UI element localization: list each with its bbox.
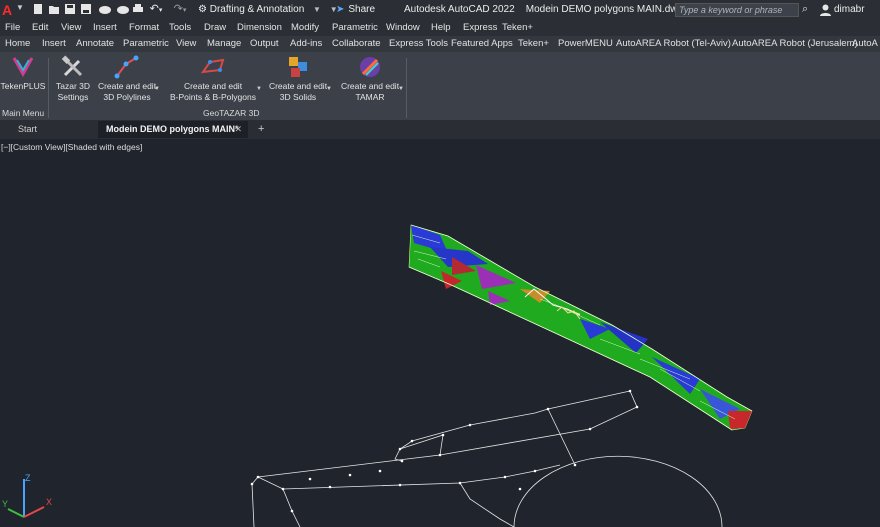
application-menu-chevron-icon[interactable]: ▼	[16, 3, 24, 12]
doc-tab-start[interactable]: Start	[0, 121, 98, 138]
tab-autoarea-tel-aviv[interactable]: AutoAREA Robot (Tel-Aviv)	[616, 37, 731, 51]
ribbon-divider	[48, 58, 49, 118]
doc-tab-active[interactable]: Modein DEMO polygons MAIN* ✕	[98, 121, 248, 138]
tab-parametric[interactable]: Parametric	[123, 37, 169, 51]
create-edit-3d-solids-label: Create and edit 3D Solids	[268, 81, 328, 102]
teken-plus-label: TekenPLUS	[0, 81, 46, 91]
app-title: Autodesk AutoCAD 2022	[404, 4, 515, 15]
workspace-switcher[interactable]: ⚙ Drafting & Annotation ▼ ▼	[198, 2, 338, 18]
3d-polyline-icon	[114, 54, 140, 80]
ribbon-divider	[406, 58, 407, 118]
menu-view[interactable]: View	[61, 21, 81, 35]
save-icon[interactable]	[64, 3, 76, 15]
tazar-3d-settings-label: Tazar 3D Settings	[55, 81, 90, 102]
new-tab-plus-icon[interactable]: +	[258, 123, 264, 135]
chevron-down-icon[interactable]: ▼	[154, 86, 160, 92]
share-label: Share	[348, 4, 376, 15]
create-edit-tamar-label: Create and edit TAMAR	[340, 81, 400, 102]
search-icon[interactable]: ⌕	[802, 3, 808, 16]
tazar-3d-settings-button[interactable]: Tazar 3D Settings	[52, 52, 94, 104]
menu-express[interactable]: Express	[463, 21, 497, 35]
menu-help[interactable]: Help	[431, 21, 451, 35]
close-icon[interactable]: ✕	[234, 121, 242, 138]
tab-featured-apps[interactable]: Featured Apps	[451, 37, 513, 51]
outline-vertices	[250, 389, 639, 513]
menu-insert[interactable]: Insert	[93, 21, 117, 35]
workspace-name: Drafting & Annotation	[209, 4, 305, 15]
undo-icon[interactable]: ↶▾	[148, 3, 164, 15]
title-bar: A ▼ ↶▾ ↷▾ ⚙ Drafting & Annotation ▼ ▼ ➤ S…	[0, 0, 880, 20]
menu-format[interactable]: Format	[129, 21, 159, 35]
menu-dimension[interactable]: Dimension	[237, 21, 282, 35]
ucs-y-label: Y	[2, 499, 8, 509]
2d-outline-polylines[interactable]	[251, 390, 723, 527]
tab-manage[interactable]: Manage	[207, 37, 241, 51]
tab-insert[interactable]: Insert	[42, 37, 66, 51]
ucs-z-label: Z	[25, 473, 31, 483]
teken-plus-button[interactable]: TekenPLUS	[0, 52, 46, 104]
menu-modify[interactable]: Modify	[291, 21, 319, 35]
print-icon[interactable]	[132, 3, 144, 15]
tab-teken-plus[interactable]: Teken+	[518, 37, 549, 51]
tab-autoarea-jerusalem[interactable]: AutoAREA Robot (Jerusalem)	[732, 37, 858, 51]
chevron-down-icon[interactable]: ▼	[256, 86, 262, 92]
tab-powermenu[interactable]: PowerMENU	[558, 37, 613, 51]
tab-output[interactable]: Output	[250, 37, 279, 51]
search-input[interactable]: Type a keyword or phrase	[675, 3, 799, 17]
tab-add-ins[interactable]: Add-ins	[290, 37, 322, 51]
tab-autoarea-more[interactable]: AutoA	[852, 37, 878, 51]
3d-model[interactable]	[408, 224, 753, 431]
tab-home[interactable]: Home	[5, 37, 30, 51]
open-folder-icon[interactable]	[48, 3, 60, 15]
menu-edit[interactable]: Edit	[32, 21, 48, 35]
menu-file[interactable]: File	[5, 21, 20, 35]
ribbon-panel: TekenPLUS Main Menu Tazar 3D Settings Cre…	[0, 52, 880, 120]
tab-express-tools[interactable]: Express Tools	[389, 37, 448, 51]
create-edit-tamar-button[interactable]: Create and edit TAMAR ▼	[338, 52, 404, 104]
panel-main-menu[interactable]: Main Menu	[2, 108, 44, 119]
teken-plus-icon	[10, 54, 36, 80]
file-name: Modein DEMO polygons MAIN.dwg	[525, 4, 684, 15]
redo-icon[interactable]: ↷▾	[172, 3, 188, 15]
workspace-chevron-down-icon: ▼	[313, 5, 321, 14]
create-edit-3d-polylines-label: Create and edit 3D Polylines	[97, 81, 157, 102]
user-icon[interactable]	[820, 3, 831, 16]
panel-geotazar-3d[interactable]: GeoTAZAR 3D	[203, 108, 260, 119]
create-edit-b-points-label: Create and edit B-Points & B-Polygons	[170, 81, 256, 102]
b-polygon-icon	[200, 54, 226, 80]
cloud-save-icon[interactable]	[98, 3, 111, 15]
save-as-icon[interactable]	[80, 3, 92, 15]
menu-teken-plus[interactable]: Teken+	[502, 21, 533, 35]
tamar-icon	[357, 54, 383, 80]
create-edit-b-points-button[interactable]: Create and edit B-Points & B-Polygons ▼	[166, 52, 262, 104]
model-drawing[interactable]	[0, 139, 880, 527]
menu-window[interactable]: Window	[386, 21, 420, 35]
tab-annotate[interactable]: Annotate	[76, 37, 114, 51]
chevron-down-icon[interactable]: ▼	[326, 86, 332, 92]
tab-collaborate[interactable]: Collaborate	[332, 37, 381, 51]
share-button[interactable]: ➤ Share	[336, 2, 375, 18]
gear-icon: ⚙	[198, 4, 207, 15]
window-title: Autodesk AutoCAD 2022 Modein DEMO polygo…	[404, 2, 683, 18]
create-edit-3d-solids-button[interactable]: Create and edit 3D Solids ▼	[266, 52, 332, 104]
ucs-axis-icon: Z X Y	[2, 473, 52, 518]
chevron-down-icon[interactable]: ▼	[398, 86, 404, 92]
document-tab-bar: Start Modein DEMO polygons MAIN* ✕ +	[0, 120, 880, 139]
autocad-logo-icon[interactable]: A	[2, 2, 16, 18]
tab-view[interactable]: View	[176, 37, 196, 51]
drawing-viewport[interactable]: [−][Custom View][Shaded with edges] Z X …	[0, 139, 880, 527]
menu-bar: File Edit View Insert Format Tools Draw …	[0, 20, 880, 36]
menu-parametric[interactable]: Parametric	[332, 21, 378, 35]
create-edit-3d-polylines-button[interactable]: Create and edit 3D Polylines ▼	[96, 52, 160, 104]
new-file-icon[interactable]	[32, 3, 44, 15]
3d-solid-icon	[285, 54, 311, 80]
ucs-x-label: X	[46, 497, 52, 507]
wrench-hammer-icon	[60, 54, 86, 80]
ribbon-tab-bar: Home Insert Annotate Parametric View Man…	[0, 36, 880, 53]
cloud-open-icon[interactable]	[116, 3, 129, 15]
user-name[interactable]: dimabr	[834, 2, 865, 18]
share-icon: ➤	[336, 4, 345, 15]
menu-tools[interactable]: Tools	[169, 21, 191, 35]
menu-draw[interactable]: Draw	[204, 21, 226, 35]
